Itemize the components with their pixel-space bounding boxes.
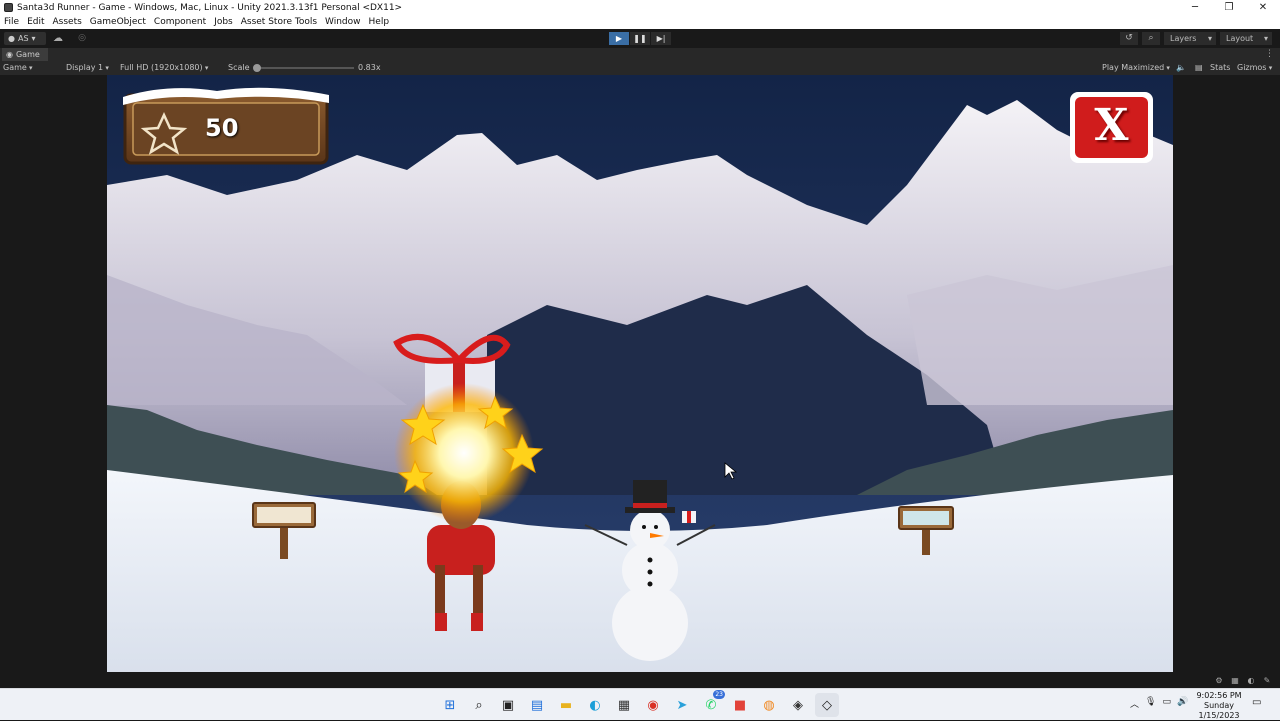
game-view-bar: Game Display 1 Full HD (1920x1080) Scale… [0, 61, 1280, 75]
windows-start-icon[interactable]: ⊞ [438, 693, 462, 717]
window-title: Santa3d Runner - Game - Windows, Mac, Li… [17, 2, 403, 13]
collab-icon[interactable]: ◎ [74, 32, 90, 45]
progress-icon[interactable]: ◐ [1246, 676, 1256, 686]
unity-editor-icon[interactable]: ◇ [815, 693, 839, 717]
chevron-down-icon: ▾ [31, 34, 36, 43]
step-button[interactable]: ▶| [651, 32, 671, 45]
telegram-icon[interactable]: ➤ [670, 693, 694, 717]
whatsapp-icon[interactable]: ✆ 23 [699, 690, 725, 717]
scene-artwork [107, 75, 1173, 672]
scale-slider-handle[interactable] [253, 64, 261, 72]
menu-gameobject[interactable]: GameObject [86, 17, 150, 27]
pause-button[interactable]: ❚❚ [630, 32, 650, 45]
widgets-icon[interactable]: ▤ [525, 693, 549, 717]
recorder-icon[interactable]: ■ [728, 693, 752, 717]
taskbar-clock[interactable]: 9:02:56 PM Sunday 1/15/2023 [1194, 691, 1244, 721]
gizmos-dropdown[interactable]: Gizmos [1237, 61, 1272, 75]
debug-icon[interactable]: ⚙ [1214, 676, 1224, 686]
play-mode-dropdown[interactable]: Play Maximized [1102, 61, 1170, 75]
file-explorer-icon[interactable]: ▬ [554, 693, 578, 717]
network-icon[interactable]: ▭ [1162, 697, 1171, 710]
menu-jobs[interactable]: Jobs [210, 17, 237, 27]
menu-asset-store-tools[interactable]: Asset Store Tools [237, 17, 321, 27]
close-game-label: X [1094, 100, 1129, 151]
unity-hub-icon[interactable]: ◈ [786, 693, 810, 717]
windows-taskbar: ⊞ ⌕ ▣ ▤ ▬ ◐ ▦ ◉ ➤ ✆ 23 ■ ◍ ◈ ◇ ︿ 🎙 ▭ 🔊 9:… [0, 688, 1280, 720]
account-label: AS [17, 34, 29, 43]
clock-day: Sunday [1204, 701, 1234, 710]
blender-icon[interactable]: ◍ [757, 693, 781, 717]
score-board: 50 [125, 88, 327, 163]
menu-assets[interactable]: Assets [49, 17, 86, 27]
game-scene[interactable]: 50 X [107, 75, 1173, 672]
maximize-button[interactable]: ❐ [1212, 2, 1246, 13]
menu-component[interactable]: Component [150, 17, 210, 27]
system-tray: ︿ 🎙 ▭ 🔊 [1130, 697, 1188, 710]
task-view-icon[interactable]: ▣ [496, 693, 520, 717]
store-icon[interactable]: ▦ [612, 693, 636, 717]
menu-help[interactable]: Help [365, 17, 394, 27]
close-game-button[interactable]: X [1070, 92, 1153, 163]
minimize-button[interactable]: ─ [1178, 2, 1212, 13]
lighting-icon[interactable]: ✎ [1262, 676, 1272, 686]
edge-browser-icon[interactable]: ◐ [583, 693, 607, 717]
show-hidden-icons-icon[interactable]: ︿ [1130, 697, 1139, 710]
layers-dropdown[interactable]: Layers [1164, 32, 1216, 45]
display-dropdown[interactable]: Display 1 [66, 61, 109, 75]
stats-icon[interactable]: ▤ [1195, 61, 1203, 75]
play-controls: ▶ ❚❚ ▶| [609, 32, 671, 45]
menu-edit[interactable]: Edit [23, 17, 48, 27]
scale-value: 0.83x [358, 63, 381, 72]
tab-game-label: Game [15, 50, 40, 59]
tab-game[interactable]: ◉ Game [2, 48, 48, 61]
game-controller-icon: ◉ [6, 50, 13, 59]
score-value: 50 [205, 114, 239, 142]
close-window-button[interactable]: ✕ [1246, 2, 1280, 13]
chrome-icon[interactable]: ◉ [641, 693, 665, 717]
main-toolbar: ● AS ▾ ☁ ◎ ▶ ❚❚ ▶| ↺ ⌕ Layers Layout [0, 29, 1280, 48]
history-icon[interactable]: ↺ [1120, 32, 1138, 45]
search-icon[interactable]: ⌕ [467, 693, 491, 717]
menu-window[interactable]: Window [321, 17, 365, 27]
mute-audio-icon[interactable]: 🔈 [1176, 61, 1186, 75]
menu-bar: File Edit Assets GameObject Component Jo… [0, 15, 1280, 29]
status-bar: ⚙ ▦ ◐ ✎ [0, 674, 1280, 688]
unity-logo-icon [4, 3, 13, 12]
scale-slider-track[interactable] [256, 67, 354, 69]
game-viewport: 50 X [0, 75, 1280, 674]
account-icon: ● [8, 34, 15, 43]
cloud-icon[interactable]: ☁ [50, 32, 66, 45]
window-titlebar: Santa3d Runner - Game - Windows, Mac, Li… [0, 0, 1280, 15]
notification-icon[interactable]: ▭ [1252, 697, 1266, 711]
resolution-dropdown[interactable]: Full HD (1920x1080) [120, 61, 208, 75]
clock-time: 9:02:56 PM [1196, 691, 1242, 700]
play-button[interactable]: ▶ [609, 32, 629, 45]
stats-toggle[interactable]: Stats [1210, 61, 1230, 75]
whatsapp-badge: 23 [713, 690, 725, 699]
layout-dropdown[interactable]: Layout [1220, 32, 1272, 45]
microphone-icon[interactable]: 🎙 [1145, 697, 1156, 710]
menu-file[interactable]: File [0, 17, 23, 27]
game-tab-row: ◉ Game ⋮ [0, 48, 1280, 61]
toolbar-right: ↺ ⌕ Layers Layout [1120, 32, 1272, 45]
view-mode-dropdown[interactable]: Game [3, 61, 33, 75]
taskbar-apps: ⊞ ⌕ ▣ ▤ ▬ ◐ ▦ ◉ ➤ ✆ 23 ■ ◍ ◈ ◇ [438, 690, 839, 717]
scale-label: Scale [228, 63, 250, 72]
volume-icon[interactable]: 🔊 [1177, 697, 1188, 710]
gift-small [682, 511, 696, 523]
account-dropdown[interactable]: ● AS ▾ [4, 32, 46, 45]
search-icon[interactable]: ⌕ [1142, 32, 1160, 45]
cache-icon[interactable]: ▦ [1230, 676, 1240, 686]
more-options-icon[interactable]: ⋮ [1265, 48, 1274, 61]
